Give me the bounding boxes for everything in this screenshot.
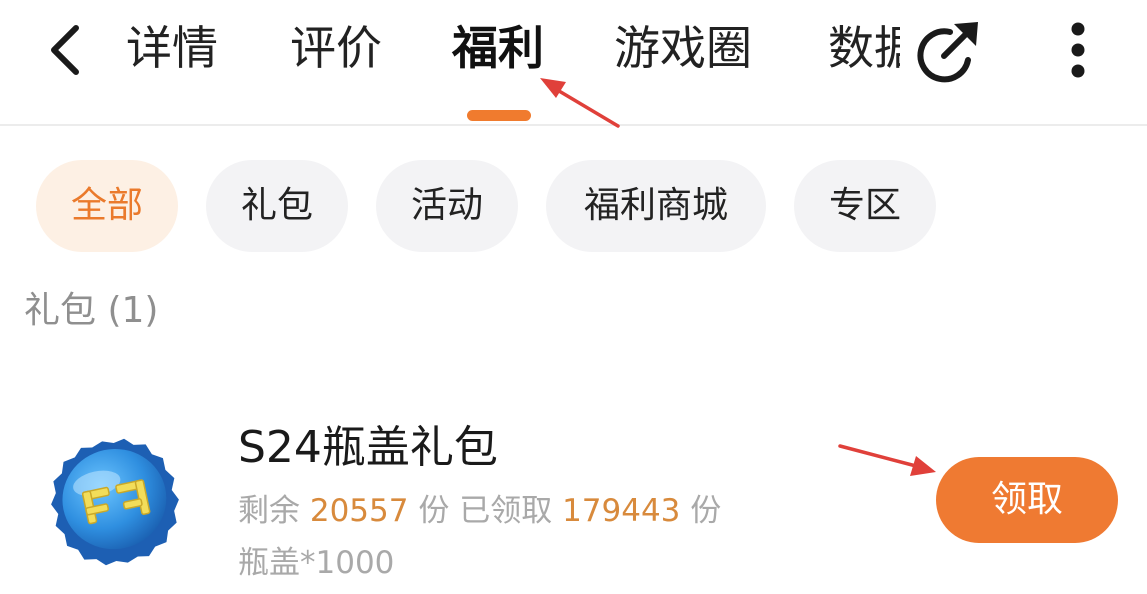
share-icon (917, 22, 978, 83)
chip-all[interactable]: 全部 (36, 160, 178, 252)
top-nav-bar: 详情 评价 福利 游戏圈 数据 (0, 0, 1147, 128)
section-title: 礼包 (1) (24, 290, 159, 331)
remaining-unit: 份 (418, 493, 450, 529)
tab-game-circle[interactable]: 游戏圈 (614, 18, 752, 78)
claimed-label: 已领取 (459, 493, 553, 529)
tab-data-clip: 数据 (828, 18, 900, 78)
share-button[interactable] (910, 18, 986, 84)
claim-button[interactable]: 领取 (936, 457, 1118, 543)
chip-welfare-shop[interactable]: 福利商城 (546, 160, 766, 252)
claimed-unit: 份 (690, 493, 722, 529)
annotation-arrow-icon (838, 444, 936, 476)
more-button[interactable] (1055, 15, 1101, 87)
remaining-count: 20557 (309, 493, 409, 529)
tab-reviews[interactable]: 评价 (290, 18, 382, 78)
tab-details[interactable]: 详情 (126, 18, 218, 78)
gift-name: S24瓶盖礼包 (238, 422, 498, 473)
chip-zone[interactable]: 专区 (794, 160, 936, 252)
claimed-count: 179443 (562, 493, 681, 529)
chip-gift-packs[interactable]: 礼包 (206, 160, 348, 252)
remaining-label: 剩余 (238, 493, 300, 529)
tab-data[interactable]: 数据 (828, 18, 900, 78)
chip-events[interactable]: 活动 (376, 160, 518, 252)
gift-page: 详情 评价 福利 游戏圈 数据 全部 礼包 活动 福利商城 专区 礼包 (1) … (0, 0, 1147, 594)
bottle-cap-icon (44, 432, 186, 568)
more-vertical-icon (1071, 22, 1085, 78)
active-tab-indicator (467, 110, 531, 121)
gift-stock-info: 剩余 20557 份 已领取 179443 份 (238, 488, 721, 534)
gift-cost: 瓶盖*1000 (238, 545, 395, 581)
annotation-arrow-icon (540, 78, 620, 128)
tab-welfare[interactable]: 福利 (452, 18, 544, 78)
